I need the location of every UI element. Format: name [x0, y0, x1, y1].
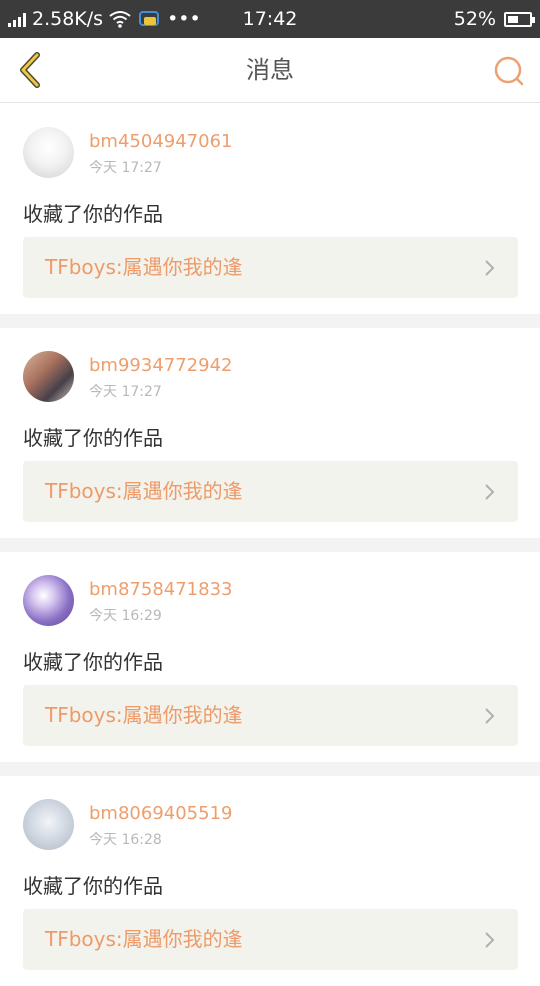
chevron-right-icon: [485, 708, 495, 724]
work-title: TFboys:属遇你我的逢: [45, 479, 243, 503]
work-link[interactable]: TFboys:属遇你我的逢: [23, 909, 518, 970]
action-text: 收藏了你的作品: [23, 202, 163, 226]
avatar[interactable]: [23, 127, 74, 178]
username[interactable]: bm4504947061: [89, 131, 232, 152]
divider: [0, 538, 540, 552]
chevron-right-icon: [485, 484, 495, 500]
work-title: TFboys:属遇你我的逢: [45, 703, 243, 727]
action-text: 收藏了你的作品: [23, 650, 163, 674]
timestamp: 今天 17:27: [89, 384, 162, 400]
message-item: bm9934772942 今天 17:27 收藏了你的作品 TFboys:属遇你…: [0, 328, 540, 538]
action-text: 收藏了你的作品: [23, 874, 163, 898]
message-item: bm8069405519 今天 16:28 收藏了你的作品 TFboys:属遇你…: [0, 776, 540, 986]
username[interactable]: bm9934772942: [89, 355, 232, 376]
timestamp: 今天 16:29: [89, 608, 162, 624]
username[interactable]: bm8758471833: [89, 579, 232, 600]
chevron-right-icon: [485, 260, 495, 276]
action-text: 收藏了你的作品: [23, 426, 163, 450]
message-item: bm8758471833 今天 16:29 收藏了你的作品 TFboys:属遇你…: [0, 552, 540, 762]
divider: [0, 314, 540, 328]
divider: [0, 762, 540, 776]
status-right: 52%: [453, 0, 535, 38]
work-title: TFboys:属遇你我的逢: [45, 927, 243, 951]
work-link[interactable]: TFboys:属遇你我的逢: [23, 461, 518, 522]
timestamp: 今天 17:27: [89, 160, 162, 176]
battery-percent: 52%: [453, 8, 496, 30]
avatar[interactable]: [23, 351, 74, 402]
username[interactable]: bm8069405519: [89, 803, 232, 824]
timestamp: 今天 16:28: [89, 832, 162, 848]
battery-level: [508, 15, 519, 23]
search-icon: [494, 56, 524, 86]
header: 消息: [0, 38, 540, 103]
search-button[interactable]: [490, 52, 528, 90]
message-list: bm4504947061 今天 17:27 收藏了你的作品 TFboys:属遇你…: [0, 104, 540, 986]
status-bar: 2.58K/s ••• 17:42 52%: [0, 0, 540, 38]
page-title: 消息: [246, 56, 294, 84]
work-link[interactable]: TFboys:属遇你我的逢: [23, 685, 518, 746]
message-item: bm4504947061 今天 17:27 收藏了你的作品 TFboys:属遇你…: [0, 104, 540, 314]
battery-icon: [504, 11, 535, 27]
avatar[interactable]: [23, 799, 74, 850]
work-link[interactable]: TFboys:属遇你我的逢: [23, 237, 518, 298]
work-title: TFboys:属遇你我的逢: [45, 255, 243, 279]
chevron-right-icon: [485, 932, 495, 948]
avatar[interactable]: [23, 575, 74, 626]
